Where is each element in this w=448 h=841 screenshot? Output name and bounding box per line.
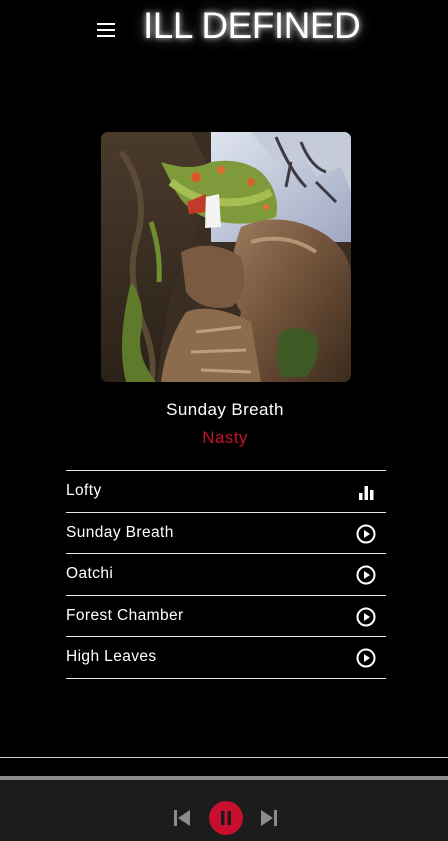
play-circle-icon[interactable]	[356, 524, 376, 544]
track-item[interactable]: High Leaves	[66, 637, 386, 679]
track-list: Lofty Sunday Breath Oatchi Forest Chambe…	[66, 470, 386, 679]
player-divider	[0, 757, 448, 758]
track-label: Lofty	[66, 482, 102, 499]
skip-next-icon[interactable]	[259, 808, 279, 828]
play-circle-icon[interactable]	[356, 607, 376, 627]
hamburger-menu-icon[interactable]	[94, 18, 118, 42]
now-playing-title: Sunday Breath	[166, 400, 284, 419]
player-controls	[0, 780, 448, 841]
app-header: ILL DEFINED	[0, 0, 448, 56]
play-circle-icon[interactable]	[356, 648, 376, 668]
album-artwork-image	[101, 132, 351, 382]
album-artwork	[101, 132, 351, 382]
equalizer-bars-icon	[359, 486, 374, 500]
track-item[interactable]: Oatchi	[66, 554, 386, 596]
track-item[interactable]: Sunday Breath	[66, 513, 386, 554]
track-label: Forest Chamber	[66, 606, 184, 624]
track-item[interactable]: Forest Chamber	[66, 596, 386, 637]
app-title: ILL DEFINED	[143, 5, 361, 46]
skip-previous-icon[interactable]	[172, 808, 192, 828]
track-label: High Leaves	[66, 648, 157, 665]
play-circle-icon[interactable]	[356, 565, 376, 585]
track-label: Oatchi	[66, 565, 114, 582]
now-playing-artist: Nasty	[202, 428, 248, 447]
track-label: Sunday Breath	[66, 523, 174, 541]
track-item[interactable]: Lofty	[66, 471, 386, 513]
pause-icon[interactable]	[209, 801, 243, 835]
